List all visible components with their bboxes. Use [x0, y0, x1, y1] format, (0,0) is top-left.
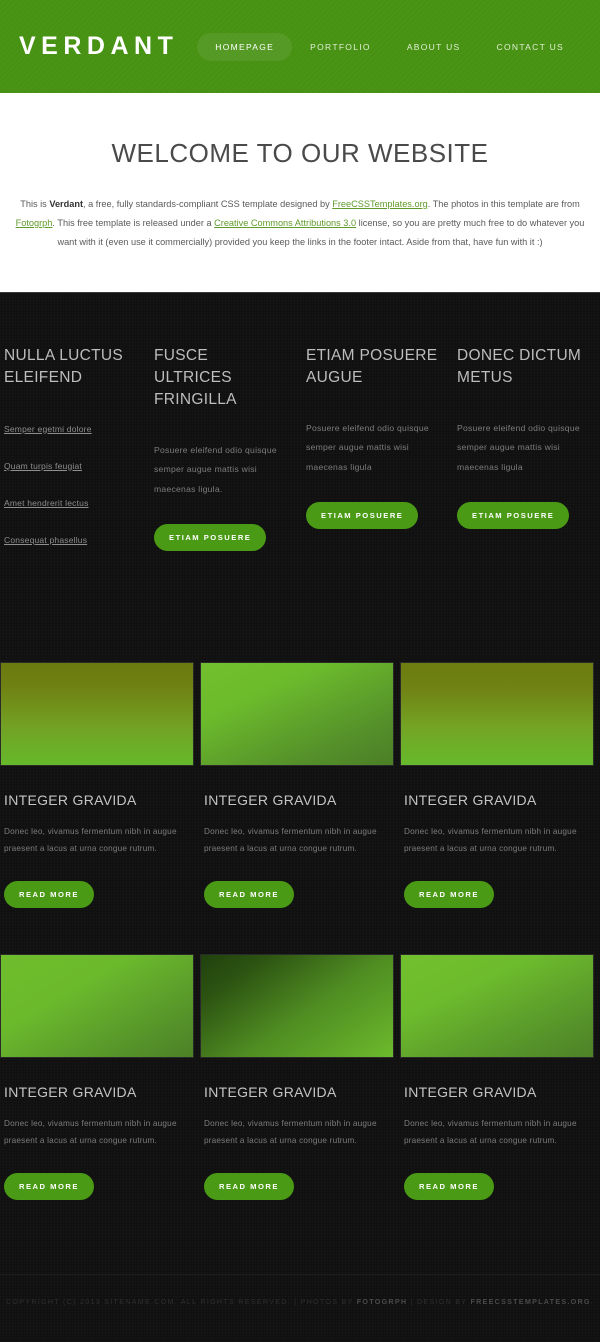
gallery-row-gap: [0, 908, 600, 954]
read-more-button[interactable]: READ MORE: [404, 1173, 494, 1201]
welcome-text-1: This is: [20, 199, 50, 209]
column-link[interactable]: Amet hendrerit lectus: [4, 498, 89, 508]
dark-content-area: NULLA LUCTUS ELEIFEND Semper egetmi dolo…: [0, 291, 600, 1342]
gallery-item: INTEGER GRAVIDA Donec leo, vivamus ferme…: [200, 954, 394, 1201]
nav-item-portfolio[interactable]: PORTFOLIO: [292, 33, 389, 61]
feature-columns: NULLA LUCTUS ELEIFEND Semper egetmi dolo…: [0, 293, 600, 567]
feature-column-4: DONEC DICTUM METUS Posuere eleifend odio…: [450, 345, 600, 567]
gallery-thumbnail-image[interactable]: [400, 661, 594, 766]
gallery-item-title: INTEGER GRAVIDA: [204, 1084, 337, 1101]
gallery-button-wrap: READ MORE: [404, 881, 594, 909]
gallery-item-title: INTEGER GRAVIDA: [204, 791, 337, 808]
gallery-item: INTEGER GRAVIDA Donec leo, vivamus ferme…: [400, 661, 594, 909]
column-link[interactable]: Consequat phasellus: [4, 535, 87, 545]
read-more-button[interactable]: READ MORE: [404, 881, 494, 909]
welcome-text-2: , a free, fully standards-compliant CSS …: [83, 199, 333, 209]
gallery-item-title: INTEGER GRAVIDA: [4, 791, 137, 808]
column-title: ETIAM POSUERE AUGUE: [306, 346, 438, 386]
copyright-part-3: .: [590, 1297, 595, 1307]
gallery-item-body: Donec leo, vivamus fermentum nibh in aug…: [204, 1119, 377, 1146]
read-more-button[interactable]: READ MORE: [4, 881, 94, 909]
welcome-text-4: . This free template is released under a: [52, 217, 215, 228]
feature-column-1: NULLA LUCTUS ELEIFEND Semper egetmi dolo…: [0, 345, 150, 567]
gallery-item-body: Donec leo, vivamus fermentum nibh in aug…: [4, 1119, 177, 1146]
welcome-paragraph: This is Verdant, a free, fully standards…: [10, 195, 590, 252]
welcome-text-3: . The photos in this template are from: [427, 199, 580, 209]
footer-link-fotogrph[interactable]: FOTOGRPH: [357, 1297, 408, 1306]
list-item: Consequat phasellus: [4, 530, 140, 548]
gallery-item: INTEGER GRAVIDA Donec leo, vivamus ferme…: [200, 661, 394, 909]
nav-item-homepage[interactable]: HOMEPAGE: [197, 32, 293, 61]
gallery-thumbnail-image[interactable]: [400, 954, 594, 1059]
link-freecsstemplates[interactable]: FreeCSSTemplates.org: [332, 199, 428, 209]
column-title: DONEC DICTUM METUS: [457, 346, 582, 386]
gallery-button-wrap: READ MORE: [4, 881, 194, 909]
brand-name: Verdant: [49, 199, 84, 209]
gallery-item-title: INTEGER GRAVIDA: [404, 791, 537, 808]
column-body: Posuere eleifend odio quisque semper aug…: [154, 444, 277, 495]
site-header: VERDANT HOMEPAGE PORTFOLIO ABOUT US CONT…: [0, 0, 600, 93]
copyright-text: COPYRIGHT (C) 2013 SITENAME.COM. ALL RIG…: [0, 1297, 600, 1306]
etiam-posuere-button[interactable]: ETIAM POSUERE: [154, 523, 267, 551]
nav-item-contact-us[interactable]: CONTACT US: [479, 33, 582, 61]
site-logo[interactable]: VERDANT: [16, 34, 178, 59]
gallery-button-wrap: READ MORE: [204, 881, 394, 909]
gallery-thumbnail-image[interactable]: [0, 954, 194, 1059]
column-link[interactable]: Quam turpis feugiat: [4, 461, 82, 471]
list-item: Semper egetmi dolore: [4, 419, 140, 437]
read-more-button[interactable]: READ MORE: [204, 1173, 294, 1201]
column-title: FUSCE ULTRICES FRINGILLA: [154, 346, 237, 408]
etiam-posuere-button[interactable]: ETIAM POSUERE: [306, 501, 419, 529]
gallery-item: INTEGER GRAVIDA Donec leo, vivamus ferme…: [400, 954, 594, 1201]
welcome-section: WELCOME TO OUR WEBSITE This is Verdant, …: [0, 93, 600, 292]
read-more-button[interactable]: READ MORE: [4, 1173, 94, 1201]
feature-column-3: ETIAM POSUERE AUGUE Posuere eleifend odi…: [300, 345, 450, 567]
etiam-posuere-button[interactable]: ETIAM POSUERE: [457, 501, 570, 529]
list-item: Amet hendrerit lectus: [4, 493, 140, 511]
copyright-part-2: | DESIGN BY: [407, 1297, 471, 1307]
gallery-thumbnail-image[interactable]: [0, 661, 194, 766]
gallery-thumbnail-image[interactable]: [200, 954, 394, 1059]
gallery-item-body: Donec leo, vivamus fermentum nibh in aug…: [4, 826, 177, 853]
feature-column-2: FUSCE ULTRICES FRINGILLA Posuere eleifen…: [150, 345, 300, 567]
read-more-button[interactable]: READ MORE: [204, 881, 294, 909]
gallery-button-wrap: READ MORE: [404, 1173, 594, 1201]
gallery-item-body: Donec leo, vivamus fermentum nibh in aug…: [404, 826, 577, 853]
nav-item-about-us[interactable]: ABOUT US: [389, 33, 479, 61]
column-link[interactable]: Semper egetmi dolore: [4, 424, 92, 434]
gallery-item-body: Donec leo, vivamus fermentum nibh in aug…: [204, 826, 377, 853]
gallery-item-title: INTEGER GRAVIDA: [4, 1084, 137, 1101]
gallery-item-body: Donec leo, vivamus fermentum nibh in aug…: [404, 1119, 577, 1146]
gallery-section: INTEGER GRAVIDA Donec leo, vivamus ferme…: [0, 661, 600, 1201]
gallery-thumbnail-image[interactable]: [200, 661, 394, 766]
gallery-button-wrap: READ MORE: [4, 1173, 194, 1201]
site-footer: COPYRIGHT (C) 2013 SITENAME.COM. ALL RIG…: [0, 1274, 600, 1342]
list-item: Quam turpis feugiat: [4, 456, 140, 474]
link-creative-commons[interactable]: Creative Commons Attributions 3.0: [214, 218, 356, 228]
main-navigation: HOMEPAGE PORTFOLIO ABOUT US CONTACT US: [197, 32, 582, 61]
gallery-button-wrap: READ MORE: [204, 1173, 394, 1201]
page-title: WELCOME TO OUR WEBSITE: [111, 138, 489, 168]
gallery-row-1: INTEGER GRAVIDA Donec leo, vivamus ferme…: [0, 661, 600, 909]
gallery-item: INTEGER GRAVIDA Donec leo, vivamus ferme…: [0, 954, 194, 1201]
gallery-bottom-spacer: [0, 1200, 600, 1274]
column-body: Posuere eleifend odio quisque semper aug…: [306, 422, 429, 473]
link-fotogrph[interactable]: Fotogrph: [16, 218, 53, 228]
gallery-item-title: INTEGER GRAVIDA: [404, 1084, 537, 1101]
copyright-part-1: COPYRIGHT (C) 2013 SITENAME.COM. ALL RIG…: [5, 1297, 357, 1307]
column-title: NULLA LUCTUS ELEIFEND: [4, 346, 124, 386]
footer-link-freecsstemplates[interactable]: FREECSSTEMPLATES.ORG: [470, 1297, 590, 1306]
column-link-list: Semper egetmi dolore Quam turpis feugiat…: [4, 419, 140, 548]
gallery-item: INTEGER GRAVIDA Donec leo, vivamus ferme…: [0, 661, 194, 909]
column-body: Posuere eleifend odio quisque semper aug…: [457, 422, 580, 473]
gallery-row-2: INTEGER GRAVIDA Donec leo, vivamus ferme…: [0, 954, 600, 1201]
